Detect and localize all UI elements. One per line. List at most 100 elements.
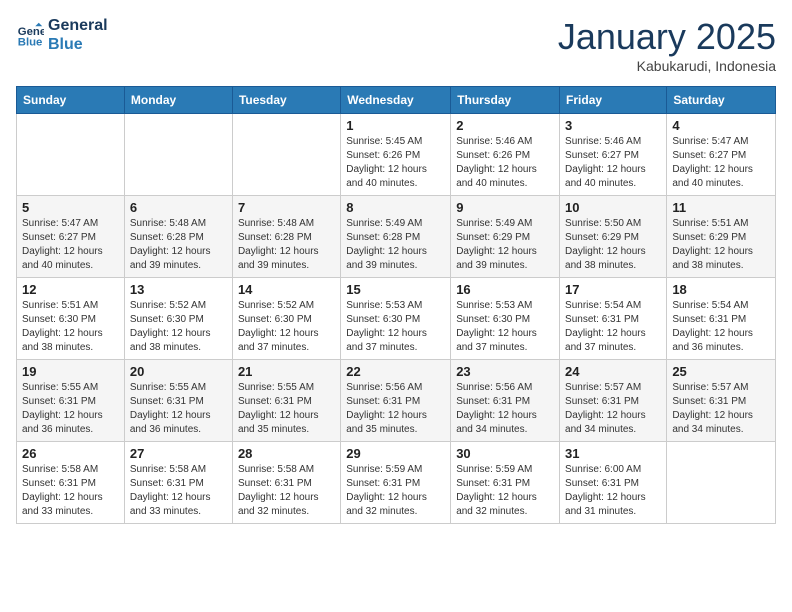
day-info: Sunrise: 5:53 AMSunset: 6:30 PMDaylight:… <box>456 299 554 355</box>
day-number: 15 <box>346 282 445 297</box>
calendar-cell: 31 Sunrise: 6:00 AMSunset: 6:31 PMDayligh… <box>560 442 667 524</box>
calendar-cell: 6 Sunrise: 5:48 AMSunset: 6:28 PMDaylight… <box>124 196 232 278</box>
calendar-week-row: 12 Sunrise: 5:51 AMSunset: 6:30 PMDayligh… <box>17 278 776 360</box>
day-info: Sunrise: 5:59 AMSunset: 6:31 PMDaylight:… <box>456 463 554 519</box>
day-info: Sunrise: 5:46 AMSunset: 6:27 PMDaylight:… <box>565 135 661 191</box>
calendar-cell: 10Sunrise: 5:50 AMSunset: 6:29 PMDayligh… <box>560 196 667 278</box>
day-info: Sunrise: 5:56 AMSunset: 6:31 PMDaylight:… <box>346 381 445 437</box>
day-info: Sunrise: 5:54 AMSunset: 6:31 PMDaylight:… <box>672 299 770 355</box>
location-subtitle: Kabukarudi, Indonesia <box>558 58 776 74</box>
calendar-cell: 30Sunrise: 5:59 AMSunset: 6:31 PMDayligh… <box>451 442 560 524</box>
day-info: Sunrise: 5:55 AMSunset: 6:31 PMDaylight:… <box>22 381 119 437</box>
day-number: 26 <box>22 446 119 461</box>
day-number: 23 <box>456 364 554 379</box>
day-number: 14 <box>238 282 335 297</box>
calendar-cell: 4 Sunrise: 5:47 AMSunset: 6:27 PMDaylight… <box>667 114 776 196</box>
calendar-table: SundayMondayTuesdayWednesdayThursdayFrid… <box>16 86 776 524</box>
day-info: Sunrise: 5:50 AMSunset: 6:29 PMDaylight:… <box>565 217 661 273</box>
day-number: 24 <box>565 364 661 379</box>
logo-icon: General Blue <box>16 21 44 49</box>
day-number: 3 <box>565 118 661 133</box>
day-info: Sunrise: 5:46 AMSunset: 6:26 PMDaylight:… <box>456 135 554 191</box>
day-number: 1 <box>346 118 445 133</box>
day-number: 31 <box>565 446 661 461</box>
calendar-cell: 16Sunrise: 5:53 AMSunset: 6:30 PMDayligh… <box>451 278 560 360</box>
calendar-cell: 21 Sunrise: 5:55 AMSunset: 6:31 PMDayligh… <box>232 360 340 442</box>
day-info: Sunrise: 5:49 AMSunset: 6:28 PMDaylight:… <box>346 217 445 273</box>
logo-blue: Blue <box>48 35 108 54</box>
day-info: Sunrise: 5:51 AMSunset: 6:29 PMDaylight:… <box>672 217 770 273</box>
calendar-cell: 9 Sunrise: 5:49 AMSunset: 6:29 PMDaylight… <box>451 196 560 278</box>
calendar-cell: 26Sunrise: 5:58 AMSunset: 6:31 PMDayligh… <box>17 442 125 524</box>
calendar-cell: 2 Sunrise: 5:46 AMSunset: 6:26 PMDaylight… <box>451 114 560 196</box>
day-number: 11 <box>672 200 770 215</box>
day-info: Sunrise: 5:45 AMSunset: 6:26 PMDaylight:… <box>346 135 445 191</box>
day-info: Sunrise: 5:52 AMSunset: 6:30 PMDaylight:… <box>238 299 335 355</box>
day-info: Sunrise: 5:55 AMSunset: 6:31 PMDaylight:… <box>238 381 335 437</box>
calendar-cell <box>124 114 232 196</box>
calendar-week-row: 1 Sunrise: 5:45 AMSunset: 6:26 PMDaylight… <box>17 114 776 196</box>
calendar-cell: 27 Sunrise: 5:58 AMSunset: 6:31 PMDayligh… <box>124 442 232 524</box>
calendar-body: 1 Sunrise: 5:45 AMSunset: 6:26 PMDaylight… <box>17 114 776 524</box>
calendar-cell <box>667 442 776 524</box>
weekday-header-friday: Friday <box>560 87 667 114</box>
calendar-cell: 13 Sunrise: 5:52 AMSunset: 6:30 PMDayligh… <box>124 278 232 360</box>
day-number: 9 <box>456 200 554 215</box>
day-info: Sunrise: 6:00 AMSunset: 6:31 PMDaylight:… <box>565 463 661 519</box>
calendar-cell: 15 Sunrise: 5:53 AMSunset: 6:30 PMDayligh… <box>341 278 451 360</box>
day-number: 12 <box>22 282 119 297</box>
day-info: Sunrise: 5:58 AMSunset: 6:31 PMDaylight:… <box>130 463 227 519</box>
day-number: 6 <box>130 200 227 215</box>
day-info: Sunrise: 5:53 AMSunset: 6:30 PMDaylight:… <box>346 299 445 355</box>
calendar-cell <box>17 114 125 196</box>
weekday-header-sunday: Sunday <box>17 87 125 114</box>
day-info: Sunrise: 5:56 AMSunset: 6:31 PMDaylight:… <box>456 381 554 437</box>
day-info: Sunrise: 5:48 AMSunset: 6:28 PMDaylight:… <box>130 217 227 273</box>
day-info: Sunrise: 5:52 AMSunset: 6:30 PMDaylight:… <box>130 299 227 355</box>
calendar-cell: 11 Sunrise: 5:51 AMSunset: 6:29 PMDayligh… <box>667 196 776 278</box>
day-number: 27 <box>130 446 227 461</box>
day-info: Sunrise: 5:57 AMSunset: 6:31 PMDaylight:… <box>565 381 661 437</box>
day-number: 4 <box>672 118 770 133</box>
weekday-header-monday: Monday <box>124 87 232 114</box>
day-number: 8 <box>346 200 445 215</box>
day-info: Sunrise: 5:48 AMSunset: 6:28 PMDaylight:… <box>238 217 335 273</box>
day-info: Sunrise: 5:47 AMSunset: 6:27 PMDaylight:… <box>672 135 770 191</box>
day-info: Sunrise: 5:51 AMSunset: 6:30 PMDaylight:… <box>22 299 119 355</box>
day-info: Sunrise: 5:47 AMSunset: 6:27 PMDaylight:… <box>22 217 119 273</box>
day-number: 13 <box>130 282 227 297</box>
calendar-cell: 7 Sunrise: 5:48 AMSunset: 6:28 PMDaylight… <box>232 196 340 278</box>
calendar-cell: 23 Sunrise: 5:56 AMSunset: 6:31 PMDayligh… <box>451 360 560 442</box>
day-number: 19 <box>22 364 119 379</box>
day-number: 2 <box>456 118 554 133</box>
logo: General Blue General Blue <box>16 16 108 54</box>
calendar-cell: 25Sunrise: 5:57 AMSunset: 6:31 PMDayligh… <box>667 360 776 442</box>
calendar-cell: 19 Sunrise: 5:55 AMSunset: 6:31 PMDayligh… <box>17 360 125 442</box>
day-number: 29 <box>346 446 445 461</box>
day-number: 20 <box>130 364 227 379</box>
logo-general: General <box>48 16 108 35</box>
calendar-week-row: 5 Sunrise: 5:47 AMSunset: 6:27 PMDaylight… <box>17 196 776 278</box>
calendar-cell <box>232 114 340 196</box>
calendar-cell: 1 Sunrise: 5:45 AMSunset: 6:26 PMDaylight… <box>341 114 451 196</box>
day-info: Sunrise: 5:59 AMSunset: 6:31 PMDaylight:… <box>346 463 445 519</box>
calendar-cell: 17 Sunrise: 5:54 AMSunset: 6:31 PMDayligh… <box>560 278 667 360</box>
page-header: General Blue General Blue January 2025 K… <box>16 16 776 74</box>
day-number: 25 <box>672 364 770 379</box>
calendar-cell: 20 Sunrise: 5:55 AMSunset: 6:31 PMDayligh… <box>124 360 232 442</box>
month-title: January 2025 <box>558 16 776 58</box>
calendar-cell: 28Sunrise: 5:58 AMSunset: 6:31 PMDayligh… <box>232 442 340 524</box>
calendar-cell: 29 Sunrise: 5:59 AMSunset: 6:31 PMDayligh… <box>341 442 451 524</box>
day-info: Sunrise: 5:49 AMSunset: 6:29 PMDaylight:… <box>456 217 554 273</box>
day-info: Sunrise: 5:55 AMSunset: 6:31 PMDaylight:… <box>130 381 227 437</box>
day-number: 5 <box>22 200 119 215</box>
calendar-cell: 3 Sunrise: 5:46 AMSunset: 6:27 PMDaylight… <box>560 114 667 196</box>
day-number: 22 <box>346 364 445 379</box>
calendar-cell: 5 Sunrise: 5:47 AMSunset: 6:27 PMDaylight… <box>17 196 125 278</box>
weekday-header-tuesday: Tuesday <box>232 87 340 114</box>
day-number: 17 <box>565 282 661 297</box>
day-number: 7 <box>238 200 335 215</box>
day-number: 21 <box>238 364 335 379</box>
day-info: Sunrise: 5:54 AMSunset: 6:31 PMDaylight:… <box>565 299 661 355</box>
day-info: Sunrise: 5:58 AMSunset: 6:31 PMDaylight:… <box>238 463 335 519</box>
